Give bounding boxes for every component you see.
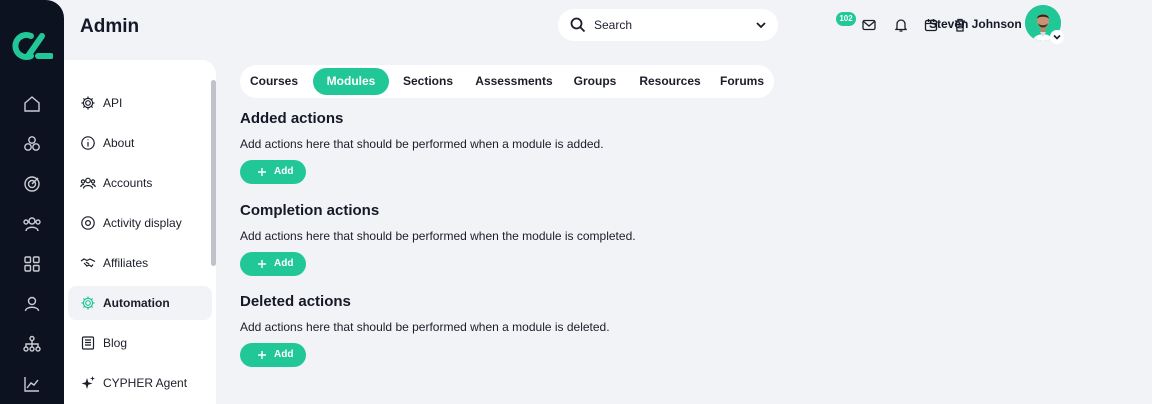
sidebar-item-label: Accounts	[103, 176, 153, 190]
tab-forums[interactable]: Forums	[712, 68, 772, 95]
sidebar-item-label: API	[103, 96, 123, 110]
section-title-added: Added actions	[240, 110, 344, 127]
section-title-deleted: Deleted actions	[240, 293, 351, 310]
search-icon	[570, 17, 586, 33]
tab-groups[interactable]: Groups	[564, 68, 626, 95]
chevron-down-icon[interactable]	[754, 18, 768, 32]
tab-modules[interactable]: Modules	[313, 68, 389, 95]
brand-logo-icon[interactable]	[11, 30, 53, 62]
plus-icon	[256, 258, 268, 270]
sidebar-item-label: Affiliates	[103, 256, 149, 270]
user-menu-chevron-icon[interactable]	[1050, 30, 1064, 44]
mail-icon[interactable]	[861, 17, 877, 33]
sidebar-item-label: Automation	[103, 296, 170, 310]
gear-icon	[80, 295, 96, 311]
gear-icon	[80, 95, 96, 111]
search-box[interactable]	[558, 9, 778, 41]
sidebar-item-cypher-agent[interactable]: CYPHER Agent	[68, 366, 212, 400]
search-input[interactable]	[594, 15, 744, 35]
sidebar-item-automation[interactable]: Automation	[68, 286, 212, 320]
tab-assessments[interactable]: Assessments	[467, 68, 561, 95]
record-icon	[80, 215, 96, 231]
plus-icon	[256, 349, 268, 361]
settings-sidebar: API About Accounts Activity display Affi…	[64, 60, 216, 404]
handshake-icon	[80, 255, 96, 271]
add-added-action-button[interactable]: Add	[240, 160, 306, 184]
user-icon[interactable]	[22, 294, 42, 314]
sidebar-item-accounts[interactable]: Accounts	[68, 166, 212, 200]
chart-icon[interactable]	[22, 374, 42, 394]
bell-icon[interactable]	[893, 17, 909, 33]
users-icon	[80, 175, 96, 191]
add-deleted-action-button[interactable]: Add	[240, 343, 306, 367]
sidebar-item-api[interactable]: API	[68, 86, 212, 120]
sidebar-scrollbar[interactable]	[211, 80, 216, 266]
sidebar-item-label: About	[103, 136, 135, 150]
sidebar-item-affiliates[interactable]: Affiliates	[68, 246, 212, 280]
sidebar-item-label: Activity display	[103, 216, 182, 230]
tab-courses[interactable]: Courses	[240, 68, 308, 95]
plus-icon	[256, 166, 268, 178]
sidebar-item-label: CYPHER Agent	[103, 376, 188, 390]
section-description-completion: Add actions here that should be performe…	[240, 229, 636, 243]
notification-badge: 102	[836, 12, 856, 26]
target-icon[interactable]	[22, 174, 42, 194]
sidebar-item-label: Blog	[103, 336, 128, 350]
module-tabs: Courses Modules Sections Assessments Gro…	[240, 65, 774, 98]
sidebar-item-blog[interactable]: Blog	[68, 326, 212, 360]
section-title-completion: Completion actions	[240, 202, 380, 219]
tab-sections[interactable]: Sections	[392, 68, 464, 95]
user-name[interactable]: Steven Johnson	[929, 17, 1022, 31]
sparkle-icon	[80, 375, 96, 391]
section-description-deleted: Add actions here that should be performe…	[240, 320, 610, 334]
cubes-icon[interactable]	[22, 134, 42, 154]
users-icon[interactable]	[22, 214, 42, 234]
section-description-added: Add actions here that should be performe…	[240, 137, 604, 151]
sidebar-item-about[interactable]: About	[68, 126, 212, 160]
grid-icon[interactable]	[22, 254, 42, 274]
info-icon	[80, 135, 96, 151]
home-icon[interactable]	[22, 94, 42, 114]
document-icon	[80, 335, 96, 351]
add-completion-action-button[interactable]: Add	[240, 252, 306, 276]
tab-resources[interactable]: Resources	[630, 68, 710, 95]
icon-rail	[0, 0, 64, 404]
page-title: Admin	[80, 16, 140, 37]
sidebar-item-activity-display[interactable]: Activity display	[68, 206, 212, 240]
sitemap-icon[interactable]	[22, 334, 42, 354]
